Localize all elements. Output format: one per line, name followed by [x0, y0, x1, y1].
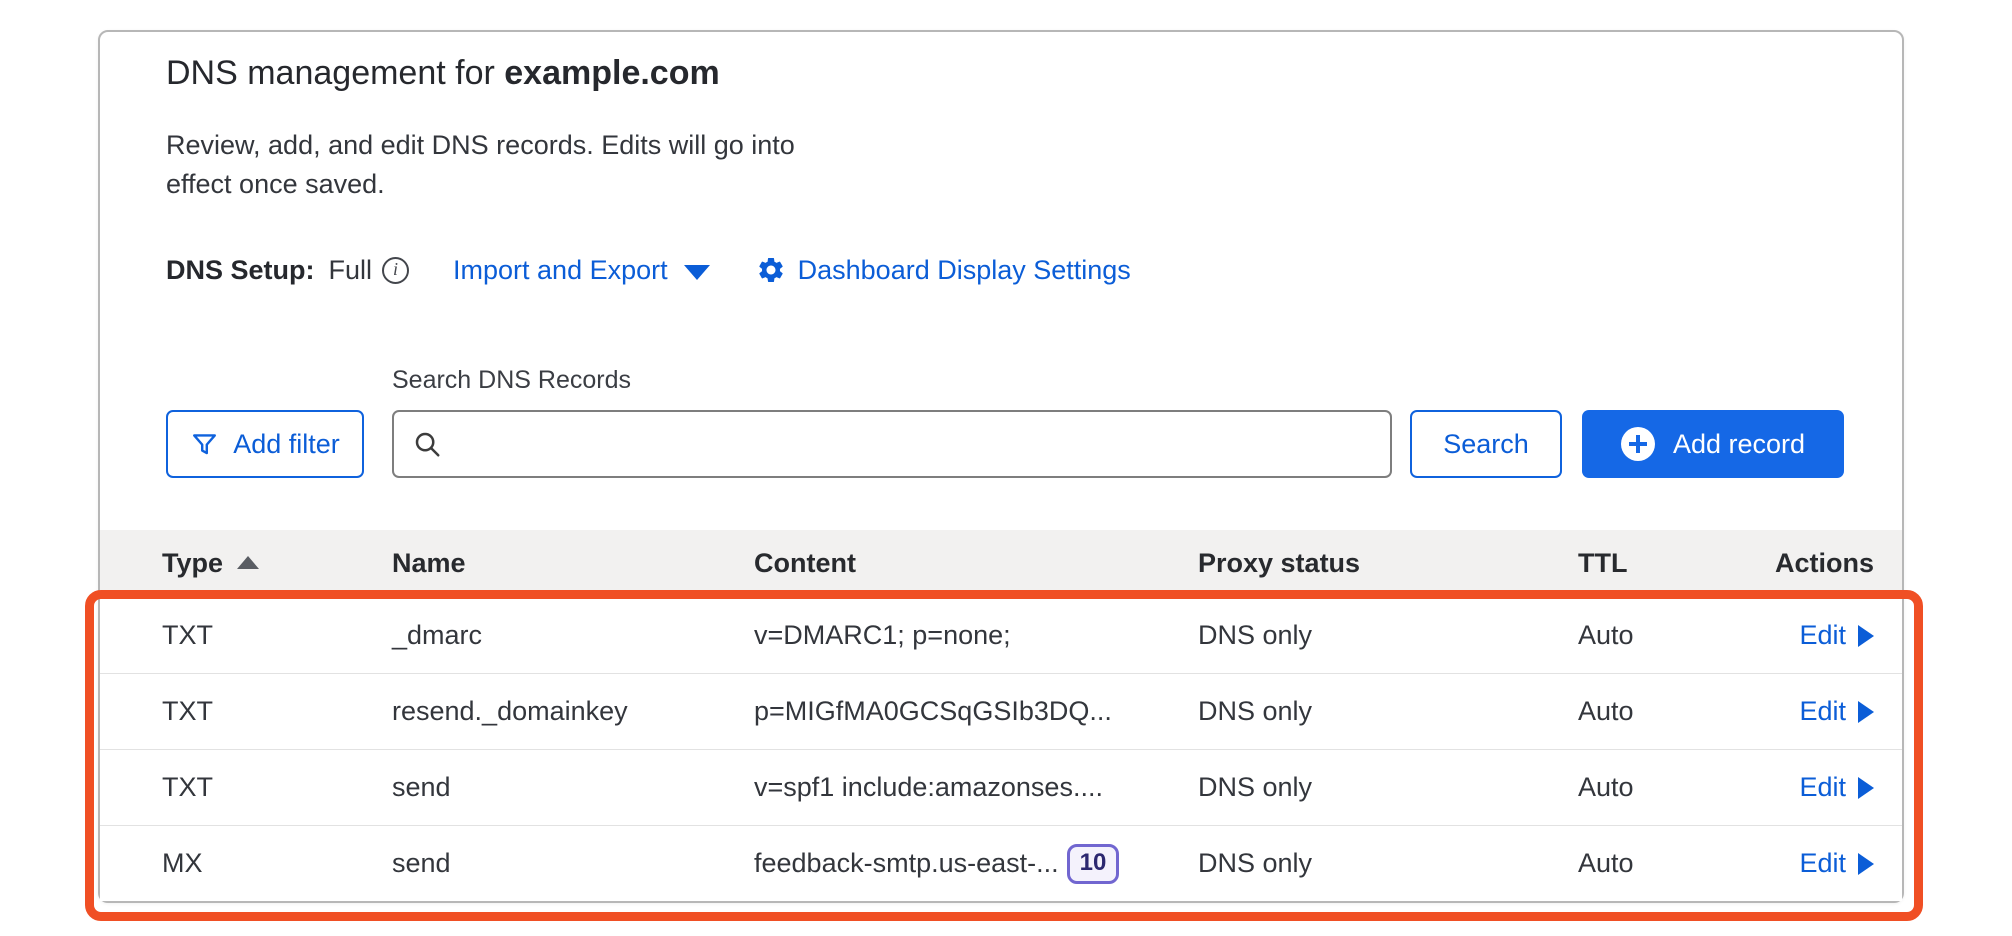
cell-content: feedback-smtp.us-east-... 10 [754, 844, 1198, 884]
column-header-type[interactable]: Type [162, 548, 392, 579]
edit-record-button[interactable]: Edit [1799, 772, 1874, 803]
cell-ttl: Auto [1578, 772, 1768, 803]
search-dns-records-label: Search DNS Records [392, 366, 631, 395]
filter-funnel-icon [190, 430, 219, 459]
column-header-actions: Actions [1768, 548, 1874, 579]
search-button-label: Search [1443, 429, 1529, 460]
import-export-label: Import and Export [453, 255, 668, 286]
info-icon[interactable]: i [382, 257, 409, 284]
page-title-prefix: DNS management for [166, 54, 504, 92]
table-row: TXT send v=spf1 include:amazonses.... DN… [100, 749, 1902, 825]
add-filter-label: Add filter [233, 429, 340, 460]
dashboard-display-settings-label: Dashboard Display Settings [798, 255, 1131, 286]
column-header-name[interactable]: Name [392, 548, 754, 579]
table-header-row: Type Name Content Proxy status TTL Actio… [100, 530, 1902, 597]
dns-setup-row: DNS Setup: Full i Import and Export Dash… [166, 248, 1131, 292]
import-export-dropdown[interactable]: Import and Export [453, 255, 710, 286]
chevron-right-icon [1858, 701, 1874, 723]
cell-name: send [392, 772, 754, 803]
dns-setup-value: Full [329, 255, 373, 286]
dns-management-card: DNS management for example.com Review, a… [98, 30, 1904, 903]
cell-content: p=MIGfMA0GCSqGSIb3DQ... [754, 696, 1198, 727]
cell-proxy-status: DNS only [1198, 696, 1578, 727]
cell-proxy-status: DNS only [1198, 620, 1578, 651]
cell-type: TXT [162, 620, 392, 651]
search-controls-row: Add filter Search Add record [166, 410, 1844, 478]
cell-type: TXT [162, 772, 392, 803]
chevron-down-icon [684, 265, 710, 280]
table-row: TXT resend._domainkey p=MIGfMA0GCSqGSIb3… [100, 673, 1902, 749]
add-filter-button[interactable]: Add filter [166, 410, 364, 478]
search-input[interactable] [456, 429, 1372, 460]
cell-content: v=DMARC1; p=none; [754, 620, 1198, 651]
chevron-right-icon [1858, 777, 1874, 799]
sort-ascending-icon [237, 556, 259, 569]
search-icon [412, 429, 442, 459]
table-row: TXT _dmarc v=DMARC1; p=none; DNS only Au… [100, 597, 1902, 673]
column-header-ttl[interactable]: TTL [1578, 548, 1768, 579]
page-subtitle: Review, add, and edit DNS records. Edits… [166, 126, 856, 204]
cell-name: _dmarc [392, 620, 754, 651]
dns-setup-label: DNS Setup: [166, 255, 315, 286]
dashboard-display-settings-link[interactable]: Dashboard Display Settings [756, 255, 1131, 286]
search-button[interactable]: Search [1410, 410, 1562, 478]
plus-circle-icon [1621, 427, 1655, 461]
page-title: DNS management for example.com [166, 54, 720, 93]
cell-type: MX [162, 848, 392, 879]
cell-ttl: Auto [1578, 848, 1768, 879]
dns-records-table: Type Name Content Proxy status TTL Actio… [100, 530, 1902, 901]
edit-record-button[interactable]: Edit [1799, 620, 1874, 651]
gear-icon [756, 255, 786, 285]
cell-name: resend._domainkey [392, 696, 754, 727]
page-title-domain: example.com [504, 54, 719, 92]
add-record-button[interactable]: Add record [1582, 410, 1844, 478]
cell-proxy-status: DNS only [1198, 848, 1578, 879]
edit-record-button[interactable]: Edit [1799, 696, 1874, 727]
column-header-proxy-status[interactable]: Proxy status [1198, 548, 1578, 579]
cell-content: v=spf1 include:amazonses.... [754, 772, 1198, 803]
cell-type: TXT [162, 696, 392, 727]
add-record-label: Add record [1673, 429, 1805, 460]
column-header-content[interactable]: Content [754, 548, 1198, 579]
mx-priority-badge: 10 [1067, 844, 1120, 884]
edit-record-button[interactable]: Edit [1799, 848, 1874, 879]
cell-name: send [392, 848, 754, 879]
search-input-wrapper [392, 410, 1392, 478]
chevron-right-icon [1858, 625, 1874, 647]
chevron-right-icon [1858, 853, 1874, 875]
cell-ttl: Auto [1578, 696, 1768, 727]
cell-ttl: Auto [1578, 620, 1768, 651]
table-row: MX send feedback-smtp.us-east-... 10 DNS… [100, 825, 1902, 901]
cell-proxy-status: DNS only [1198, 772, 1578, 803]
